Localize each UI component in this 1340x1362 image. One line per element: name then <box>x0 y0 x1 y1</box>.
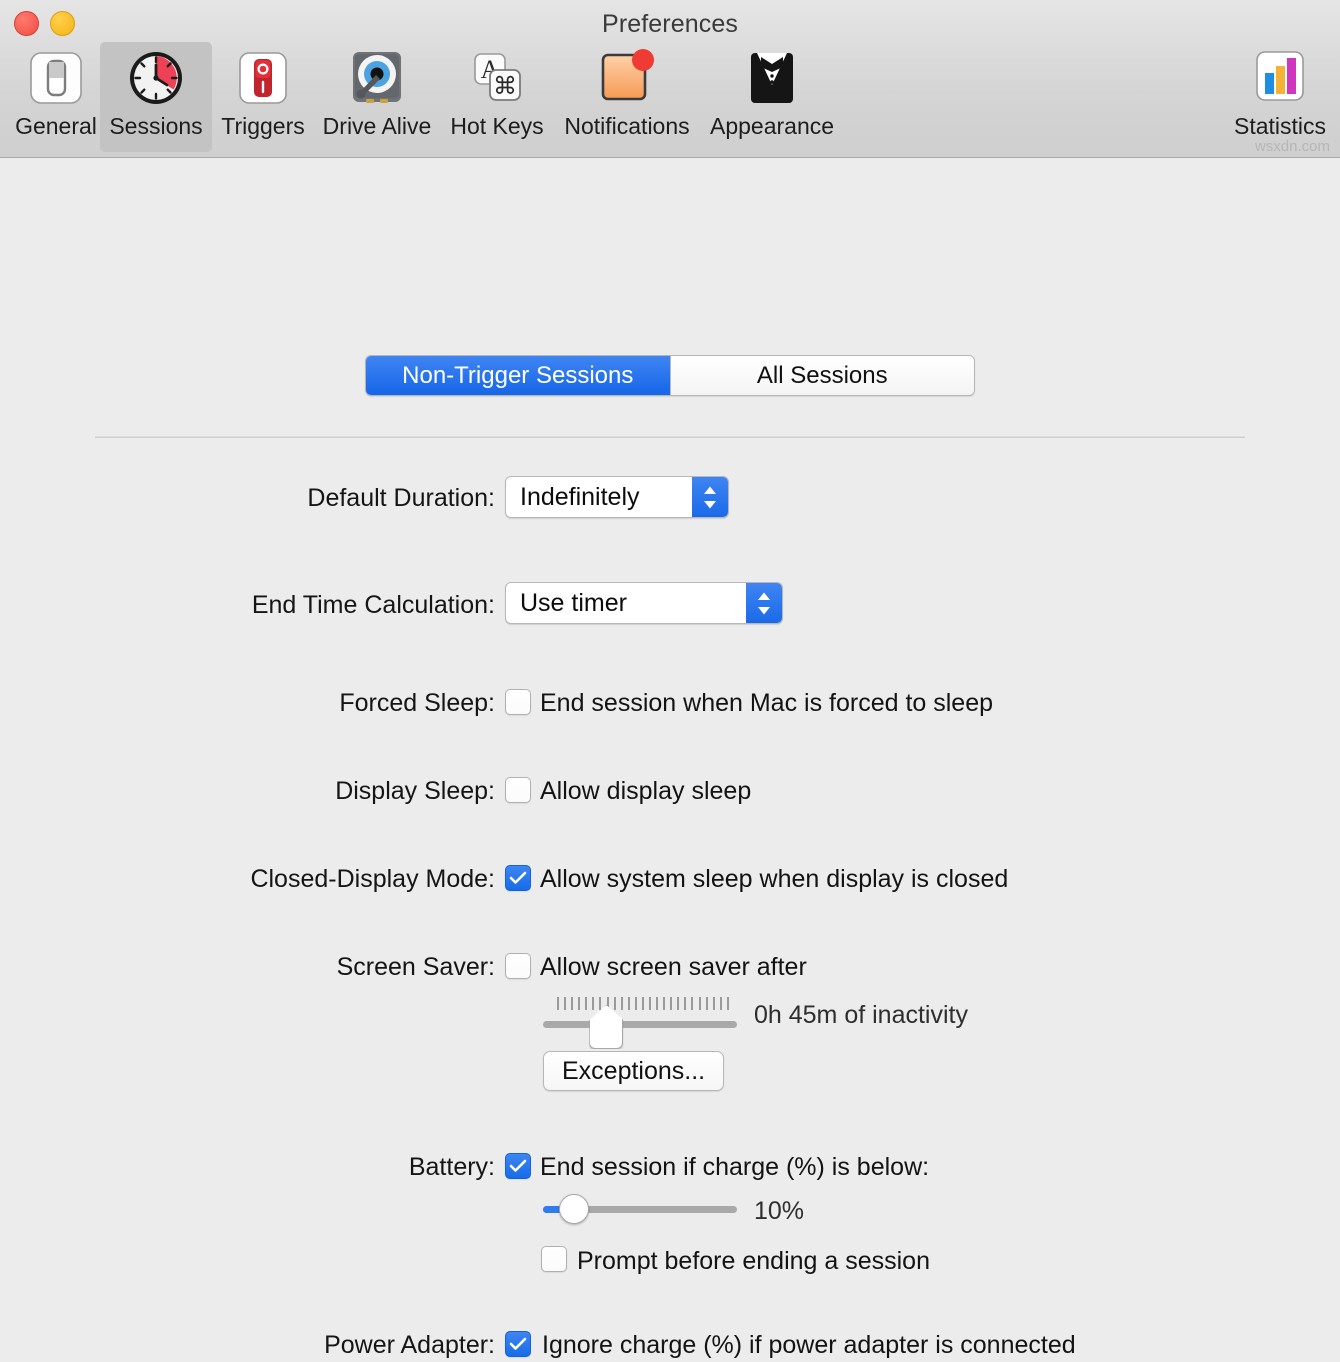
slider-tick <box>691 997 693 1010</box>
slider-tick <box>635 997 637 1010</box>
segment-all-sessions[interactable]: All Sessions <box>670 356 975 395</box>
slider-tick <box>571 997 573 1010</box>
keycaps-icon: A ⌘ <box>466 47 528 109</box>
watermark: wsxdn.com <box>1255 139 1330 154</box>
toolbar-item-label: Triggers <box>221 115 305 138</box>
slider-tick <box>599 997 601 1010</box>
slider-tick <box>628 997 630 1010</box>
slider-tick <box>578 997 580 1010</box>
power-adapter-ignore-charge-label[interactable]: Ignore charge (%) if power adapter is co… <box>542 1333 1076 1358</box>
end-time-calculation-value: Use timer <box>506 591 746 616</box>
clock-icon <box>125 47 187 109</box>
slider-tick <box>670 997 672 1010</box>
screen-saver-checkbox-label[interactable]: Allow screen saver after <box>540 955 807 980</box>
forced-sleep-checkbox[interactable] <box>505 689 531 715</box>
forced-sleep-label: Forced Sleep: <box>339 691 495 716</box>
slider-tick <box>642 997 644 1010</box>
closed-display-mode-label: Closed-Display Mode: <box>250 867 495 892</box>
tuxedo-icon <box>741 47 803 109</box>
sessions-scope-segmented-control: Non-Trigger Sessions All Sessions <box>365 355 975 396</box>
toolbar-item-label: Appearance <box>710 115 834 138</box>
toolbar-item-label: Hot Keys <box>450 115 543 138</box>
screen-saver-slider-ticks <box>557 997 729 1010</box>
battery-slider-value: 10% <box>754 1199 804 1224</box>
slider-tick <box>557 997 559 1010</box>
slider-tick <box>564 997 566 1010</box>
screen-saver-label: Screen Saver: <box>337 955 495 980</box>
slider-tick <box>649 997 651 1010</box>
hard-drive-eye-icon <box>346 47 408 109</box>
slider-tick <box>684 997 686 1010</box>
toolbar-item-triggers[interactable]: Triggers <box>207 42 319 152</box>
screen-saver-slider-value: 0h 45m of inactivity <box>754 1003 968 1028</box>
toolbar: General <box>0 42 1340 154</box>
slider-tick <box>614 997 616 1010</box>
slider-tick <box>592 997 594 1010</box>
toolbar-item-general[interactable]: General <box>0 42 112 152</box>
forced-sleep-checkbox-label[interactable]: End session when Mac is forced to sleep <box>540 691 993 716</box>
battery-label: Battery: <box>409 1155 495 1180</box>
toolbar-item-hot-keys[interactable]: A ⌘ Hot Keys <box>441 42 553 152</box>
battery-checkbox-label[interactable]: End session if charge (%) is below: <box>540 1155 929 1180</box>
display-sleep-checkbox-label[interactable]: Allow display sleep <box>540 779 751 804</box>
display-sleep-label: Display Sleep: <box>335 779 495 804</box>
slider-tick <box>621 997 623 1010</box>
screen-saver-slider-thumb[interactable] <box>589 1005 623 1049</box>
toolbar-item-label: Statistics <box>1234 115 1326 138</box>
toolbar-item-statistics[interactable]: Statistics <box>1224 42 1336 152</box>
bar-chart-icon <box>1249 47 1311 109</box>
window-title: Preferences <box>0 10 1340 39</box>
toolbar-item-label: Drive Alive <box>323 115 432 138</box>
title-bar: Preferences General <box>0 0 1340 158</box>
battery-prompt-checkbox-label[interactable]: Prompt before ending a session <box>577 1249 930 1274</box>
toolbar-item-appearance[interactable]: Appearance <box>716 42 828 152</box>
display-sleep-checkbox[interactable] <box>505 777 531 803</box>
screen-saver-checkbox[interactable] <box>505 953 531 979</box>
svg-text:⌘: ⌘ <box>493 73 517 100</box>
chevron-up-down-icon <box>746 583 782 623</box>
slider-tick <box>720 997 722 1010</box>
power-adapter-ignore-charge-checkbox[interactable] <box>505 1331 531 1357</box>
slider-tick <box>656 997 658 1010</box>
toolbar-item-label: Notifications <box>564 115 689 138</box>
toolbar-item-label: Sessions <box>109 115 202 138</box>
slider-tick <box>677 997 679 1010</box>
toggle-switch-icon <box>25 47 87 109</box>
closed-display-mode-checkbox[interactable] <box>505 865 531 891</box>
default-duration-popup[interactable]: Indefinitely <box>505 476 729 518</box>
battery-slider-thumb[interactable] <box>559 1194 589 1224</box>
default-duration-label: Default Duration: <box>307 486 495 511</box>
toolbar-item-label: General <box>15 115 97 138</box>
chevron-up-down-icon <box>692 477 728 517</box>
end-time-calculation-popup[interactable]: Use timer <box>505 582 783 624</box>
battery-checkbox[interactable] <box>505 1153 531 1179</box>
end-time-calculation-label: End Time Calculation: <box>252 593 495 618</box>
battery-prompt-checkbox[interactable] <box>541 1246 567 1272</box>
closed-display-mode-checkbox-label[interactable]: Allow system sleep when display is close… <box>540 867 1008 892</box>
preferences-window: Preferences General <box>0 0 1340 1362</box>
slider-tick <box>706 997 708 1010</box>
slider-tick <box>699 997 701 1010</box>
power-adapter-label: Power Adapter: <box>324 1333 495 1358</box>
screen-saver-slider-track[interactable] <box>543 1021 737 1028</box>
slider-tick <box>727 997 729 1010</box>
toolbar-item-sessions[interactable]: Sessions <box>100 42 212 152</box>
segment-non-trigger-sessions[interactable]: Non-Trigger Sessions <box>366 356 670 395</box>
default-duration-value: Indefinitely <box>506 485 692 510</box>
slider-tick <box>713 997 715 1010</box>
slider-tick <box>663 997 665 1010</box>
toolbar-item-notifications[interactable]: Notifications <box>571 42 683 152</box>
exceptions-button[interactable]: Exceptions... <box>543 1051 724 1091</box>
notification-badge-icon <box>596 47 658 109</box>
rocker-switch-icon <box>232 47 294 109</box>
toolbar-item-drive-alive[interactable]: Drive Alive <box>321 42 433 152</box>
slider-tick <box>585 997 587 1010</box>
section-divider <box>95 436 1245 438</box>
